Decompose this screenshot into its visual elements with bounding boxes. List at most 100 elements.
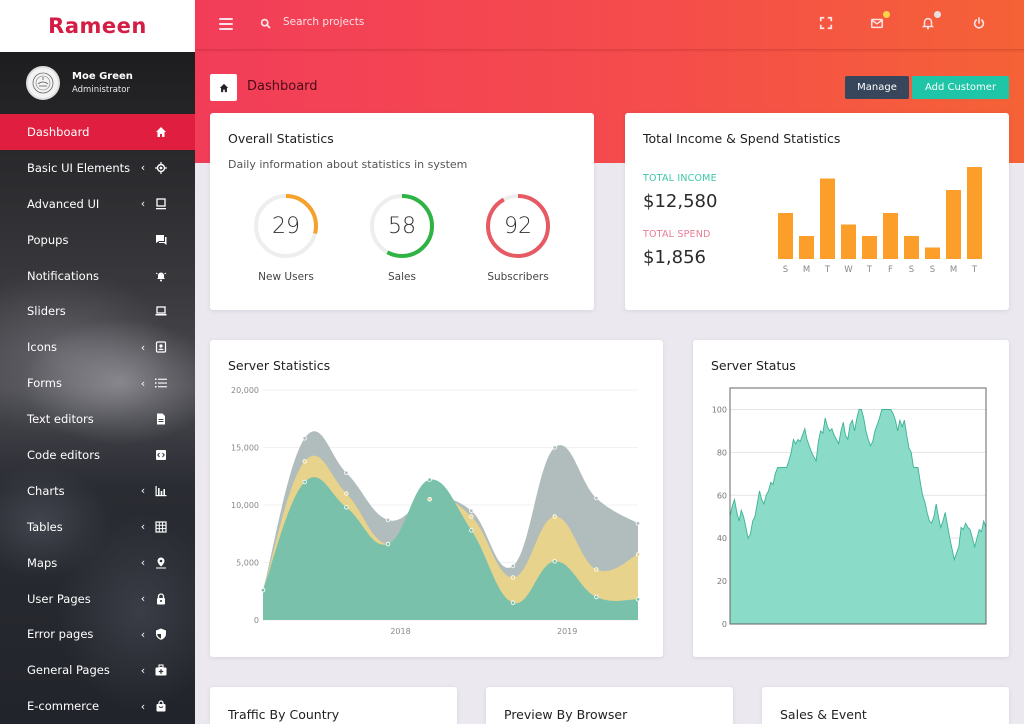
data-point[interactable] [302,459,307,464]
avatar[interactable] [26,66,60,100]
preview-by-browser-card: Preview By Browser [486,687,733,724]
data-point[interactable] [552,445,557,450]
add-customer-button[interactable]: Add Customer [912,76,1009,99]
sidebar-item-label: Icons [27,340,58,355]
home-icon [219,83,228,92]
brand-logo[interactable]: Rameen [0,0,195,52]
bar[interactable] [820,178,835,260]
power-button[interactable] [972,15,988,31]
sidebar-item-advanced-ui[interactable]: Advanced UI ‹ [0,186,195,222]
chevron-left-icon: ‹ [140,376,146,390]
breadcrumb-home[interactable] [210,74,237,101]
data-point[interactable] [385,517,391,523]
chevron-left-icon: ‹ [140,484,146,498]
data-point[interactable] [302,436,307,441]
sidebar-item-general-pages[interactable]: General Pages ‹ [0,652,195,688]
chevron-left-icon: ‹ [140,556,146,570]
data-point[interactable] [594,567,599,572]
shopping-bag-icon [154,699,168,713]
overall-statistics-card: Overall Statistics Daily information abo… [210,113,594,310]
sidebar-item-maps[interactable]: Maps ‹ [0,545,195,581]
weekly-bar-chart: SMTWTFSSMT [778,167,982,275]
traffic-by-country-card: Traffic By Country [210,687,457,724]
sidebar-item-popups[interactable]: Popups [0,222,195,258]
server-statistics-chart: 0 5,000 10,000 15,000 20,000 2018 2019 [231,386,641,636]
sidebar-item-forms[interactable]: Forms ‹ [0,365,195,401]
notifications-button[interactable] [921,11,941,31]
bar-category-label: M [803,265,810,275]
y-tick-label: 15,000 [231,444,259,453]
data-point[interactable] [552,514,557,519]
sidebar-item-basic-ui-elements[interactable]: Basic UI Elements ‹ [0,150,195,186]
sidebar-item-label: Forms [27,376,62,391]
sidebar-item-notifications[interactable]: Notifications [0,258,195,294]
bar[interactable] [946,190,961,259]
sidebar-item-tables[interactable]: Tables ‹ [0,509,195,545]
server-statistics-card: Server Statistics 0 5,000 10,000 15,000 20,0… [210,340,663,657]
data-point[interactable] [469,528,474,533]
home-icon [154,125,168,139]
sidebar-item-user-pages[interactable]: User Pages ‹ [0,581,195,617]
bar[interactable] [904,236,919,259]
data-point[interactable] [385,541,391,547]
sidebar-item-icons[interactable]: Icons ‹ [0,329,195,365]
menu-toggle-icon[interactable] [219,18,233,30]
status-area[interactable] [730,409,986,625]
bar-category-label: T [824,265,831,275]
data-point[interactable] [594,594,599,600]
sidebar-item-code-editors[interactable]: Code editors [0,437,195,473]
sidebar-item-label: Charts [27,483,65,498]
bar-category-label: S [783,265,788,275]
data-point[interactable] [344,505,349,510]
card-title: Total Income & Spend Statistics [643,131,841,146]
total-income-label: TOTAL INCOME [643,173,717,184]
data-point[interactable] [260,587,266,593]
sidebar-item-e-commerce[interactable]: E-commerce ‹ [0,688,195,724]
bar[interactable] [967,167,982,259]
sidebar-item-charts[interactable]: Charts ‹ [0,473,195,509]
data-point[interactable] [635,552,641,557]
data-point[interactable] [469,514,474,519]
user-profile[interactable]: Moe Green Administrator [26,66,133,100]
data-point[interactable] [510,600,516,605]
bar[interactable] [925,247,940,260]
data-point[interactable] [427,497,432,502]
bar[interactable] [841,224,856,260]
data-point[interactable] [427,477,432,482]
data-point[interactable] [510,575,516,580]
data-point[interactable] [344,491,349,496]
search-icon[interactable] [259,17,273,31]
data-point[interactable] [469,508,474,513]
bar-category-label: W [844,265,853,275]
shield-icon [154,627,168,641]
data-point[interactable] [594,495,599,501]
sidebar-item-text-editors[interactable]: Text editors [0,401,195,437]
sidebar-item-sliders[interactable]: Sliders [0,293,195,329]
bar[interactable] [778,213,793,259]
power-icon [973,16,985,29]
search-input[interactable] [283,12,483,32]
manage-button[interactable]: Manage [845,76,909,99]
data-point[interactable] [635,521,641,526]
data-point[interactable] [635,597,641,602]
sidebar-item-label: Maps [27,555,58,570]
data-point[interactable] [344,470,349,475]
brand-name: Rameen [48,14,147,38]
map-pin-icon [154,556,168,570]
data-point[interactable] [510,563,516,569]
sidebar-item-dashboard[interactable]: Dashboard [0,114,195,150]
data-point[interactable] [302,479,307,485]
user-role: Administrator [72,85,130,95]
data-point[interactable] [552,559,557,564]
bar[interactable] [862,236,877,259]
sidebar-item-error-pages[interactable]: Error pages ‹ [0,616,195,652]
fullscreen-button[interactable] [819,15,835,31]
avatar-emblem-icon [32,72,54,94]
bell-ring-icon [154,269,168,283]
card-subtitle: Daily information about statistics in sy… [228,158,468,171]
mail-button[interactable] [870,11,890,31]
stat-label: Subscribers [487,271,549,283]
bar[interactable] [883,213,898,259]
bar[interactable] [799,236,814,259]
sidebar-item-label: Notifications [27,268,99,283]
